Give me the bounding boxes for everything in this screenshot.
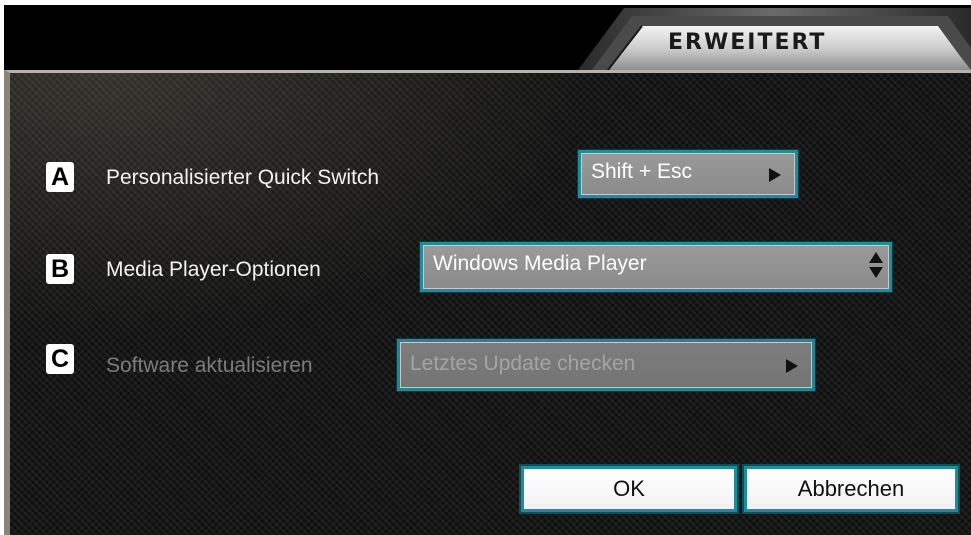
quick-switch-button[interactable]: Shift + Esc [578,150,798,198]
badge-a: A [46,162,74,192]
media-player-select[interactable]: Windows Media Player [420,242,892,292]
badge-b: B [46,254,74,284]
software-update-label: Software aktualisieren [106,354,313,377]
tab-title: ERWEITERT [668,30,827,55]
media-player-label: Media Player-Optionen [106,258,321,281]
dialog-window: ERWEITERT A Personalisierter Quick Switc… [0,0,971,535]
quick-switch-value: Shift + Esc [591,160,692,183]
spinner-up-icon [869,252,883,263]
quick-switch-label: Personalisierter Quick Switch [106,166,380,189]
play-arrow-icon [786,359,798,373]
ok-button[interactable]: OK [521,466,737,512]
media-player-value: Windows Media Player [433,252,647,275]
play-arrow-icon [769,168,781,182]
badge-c: C [46,344,74,374]
check-update-button[interactable]: Letztes Update checken [397,339,815,391]
cancel-button[interactable]: Abbrechen [744,466,958,512]
spinner-down-icon [869,267,883,278]
check-update-value: Letztes Update checken [410,352,636,375]
tab-erweitert[interactable]: ERWEITERT [578,8,971,70]
